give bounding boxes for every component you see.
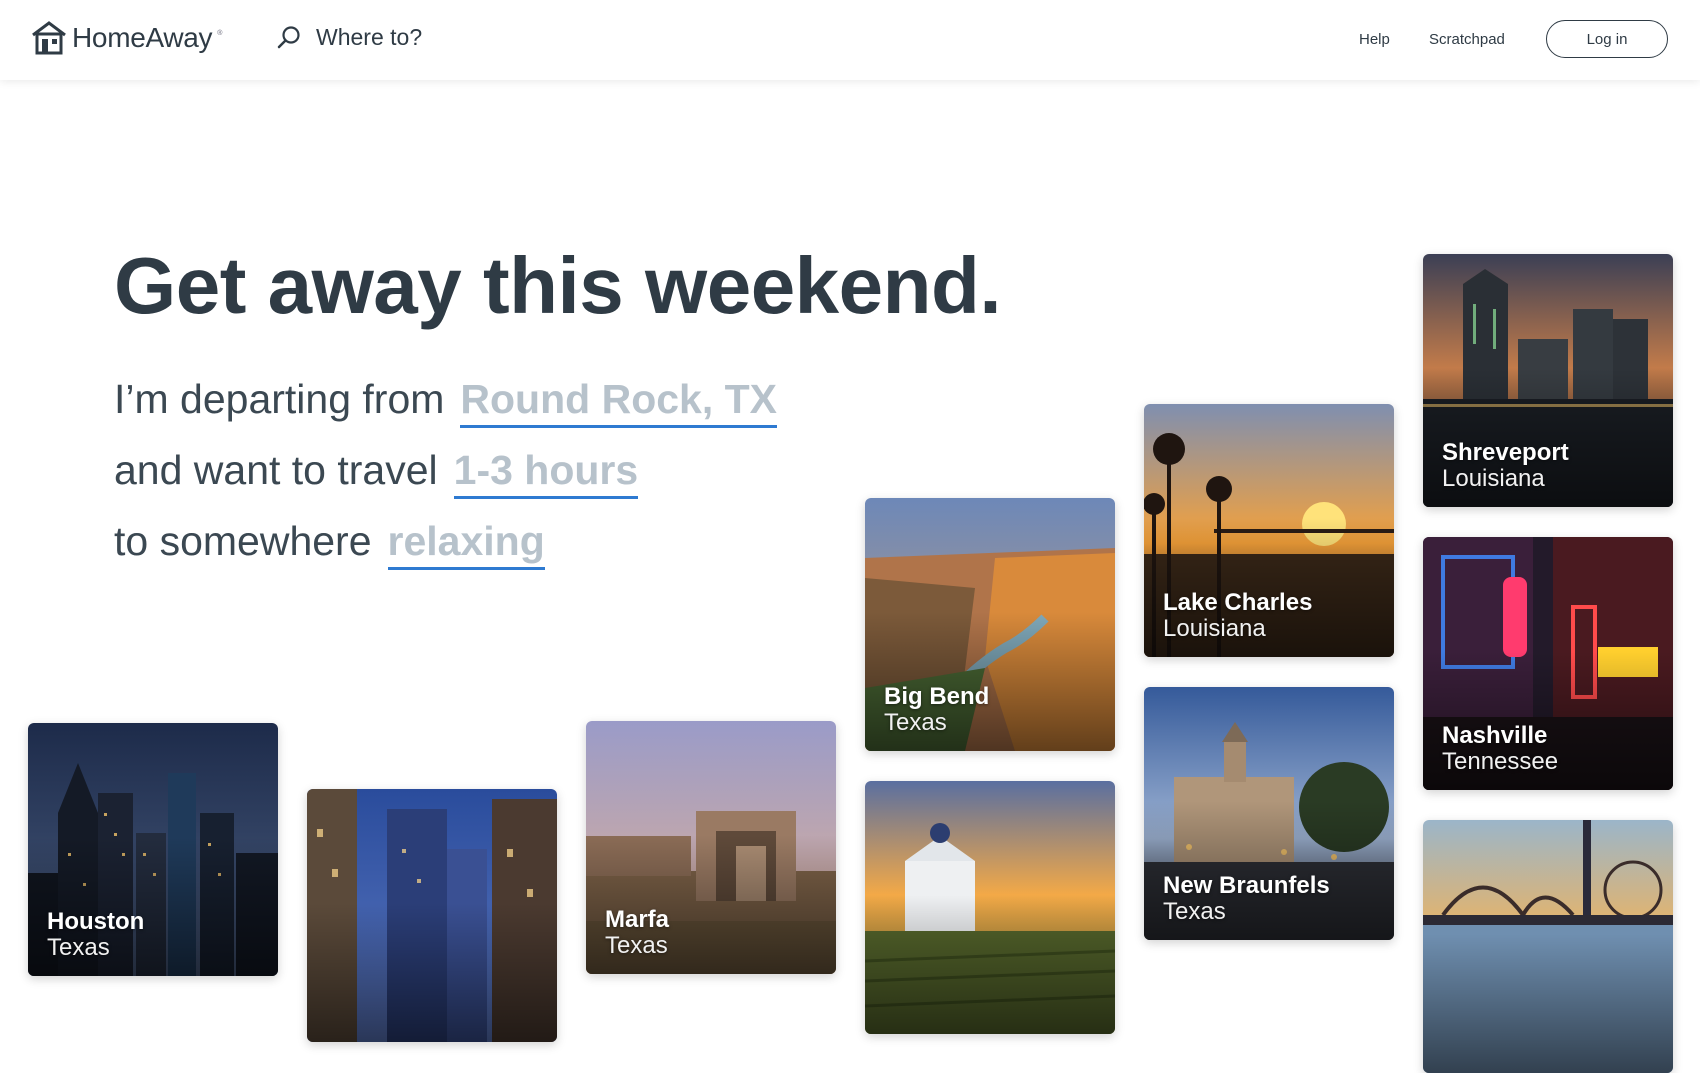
card-city: Nashville [1442,722,1548,749]
card-shade [865,894,1115,1034]
travel-time-selector[interactable]: 1-3 hours [453,447,639,499]
card-city: New Braunfels [1163,872,1330,899]
card-region: Texas [1163,898,1226,925]
page-title: Get away this weekend. [114,241,1002,330]
destination-card-big-bend[interactable]: Big Bend Texas [865,498,1115,751]
destination-card-houston[interactable]: Houston Texas [28,723,278,976]
homeaway-logo[interactable]: HomeAway ® [30,20,222,56]
destination-card-new-orleans[interactable] [307,789,557,1042]
travel-time-prefix: and want to travel [114,447,438,493]
departure-sentence: I’m departing from Round Rock, TX [114,376,778,428]
card-region: Texas [47,934,110,961]
card-city: Marfa [605,906,670,933]
card-city: Shreveport [1442,439,1569,466]
destination-card-shreveport[interactable]: Shreveport Louisiana [1423,254,1673,507]
destination-card-new-braunfels[interactable]: New Braunfels Texas [1144,687,1394,940]
top-nav-bar: HomeAway ® Where to? Help Scratchpad Log… [0,0,1700,80]
vibe-sentence: to somewhere relaxing [114,518,545,570]
help-link[interactable]: Help [1359,31,1390,48]
vibe-prefix: to somewhere [114,518,372,564]
destination-search[interactable]: Where to? [276,24,422,51]
search-placeholder: Where to? [316,24,423,50]
card-shade [307,902,557,1042]
card-region: Texas [884,709,947,736]
brand-name: HomeAway [72,22,213,53]
travel-time-sentence: and want to travel 1-3 hours [114,447,639,499]
destination-card-lake-charles[interactable]: Lake Charles Louisiana [1144,404,1394,657]
card-city: Big Bend [884,683,990,710]
registered-mark: ® [217,29,223,37]
destination-card-marfa[interactable]: Marfa Texas [586,721,836,974]
scratchpad-link[interactable]: Scratchpad [1429,31,1505,48]
destination-card-winery[interactable] [865,781,1115,1034]
house-icon [32,21,66,55]
departure-location-selector[interactable]: Round Rock, TX [460,376,778,428]
vibe-selector[interactable]: relaxing [387,518,545,570]
destination-card-galveston[interactable] [1423,820,1673,1073]
login-button[interactable]: Log in [1546,20,1668,58]
search-icon [277,25,300,48]
card-shade [1423,933,1673,1073]
card-region: Tennessee [1442,748,1559,775]
departure-prefix: I’m departing from [114,376,445,422]
card-city: Lake Charles [1163,589,1313,616]
destination-card-nashville[interactable]: Nashville Tennessee [1423,537,1673,790]
card-region: Louisiana [1442,465,1545,492]
card-region: Louisiana [1163,615,1266,642]
card-city: Houston [47,908,145,935]
